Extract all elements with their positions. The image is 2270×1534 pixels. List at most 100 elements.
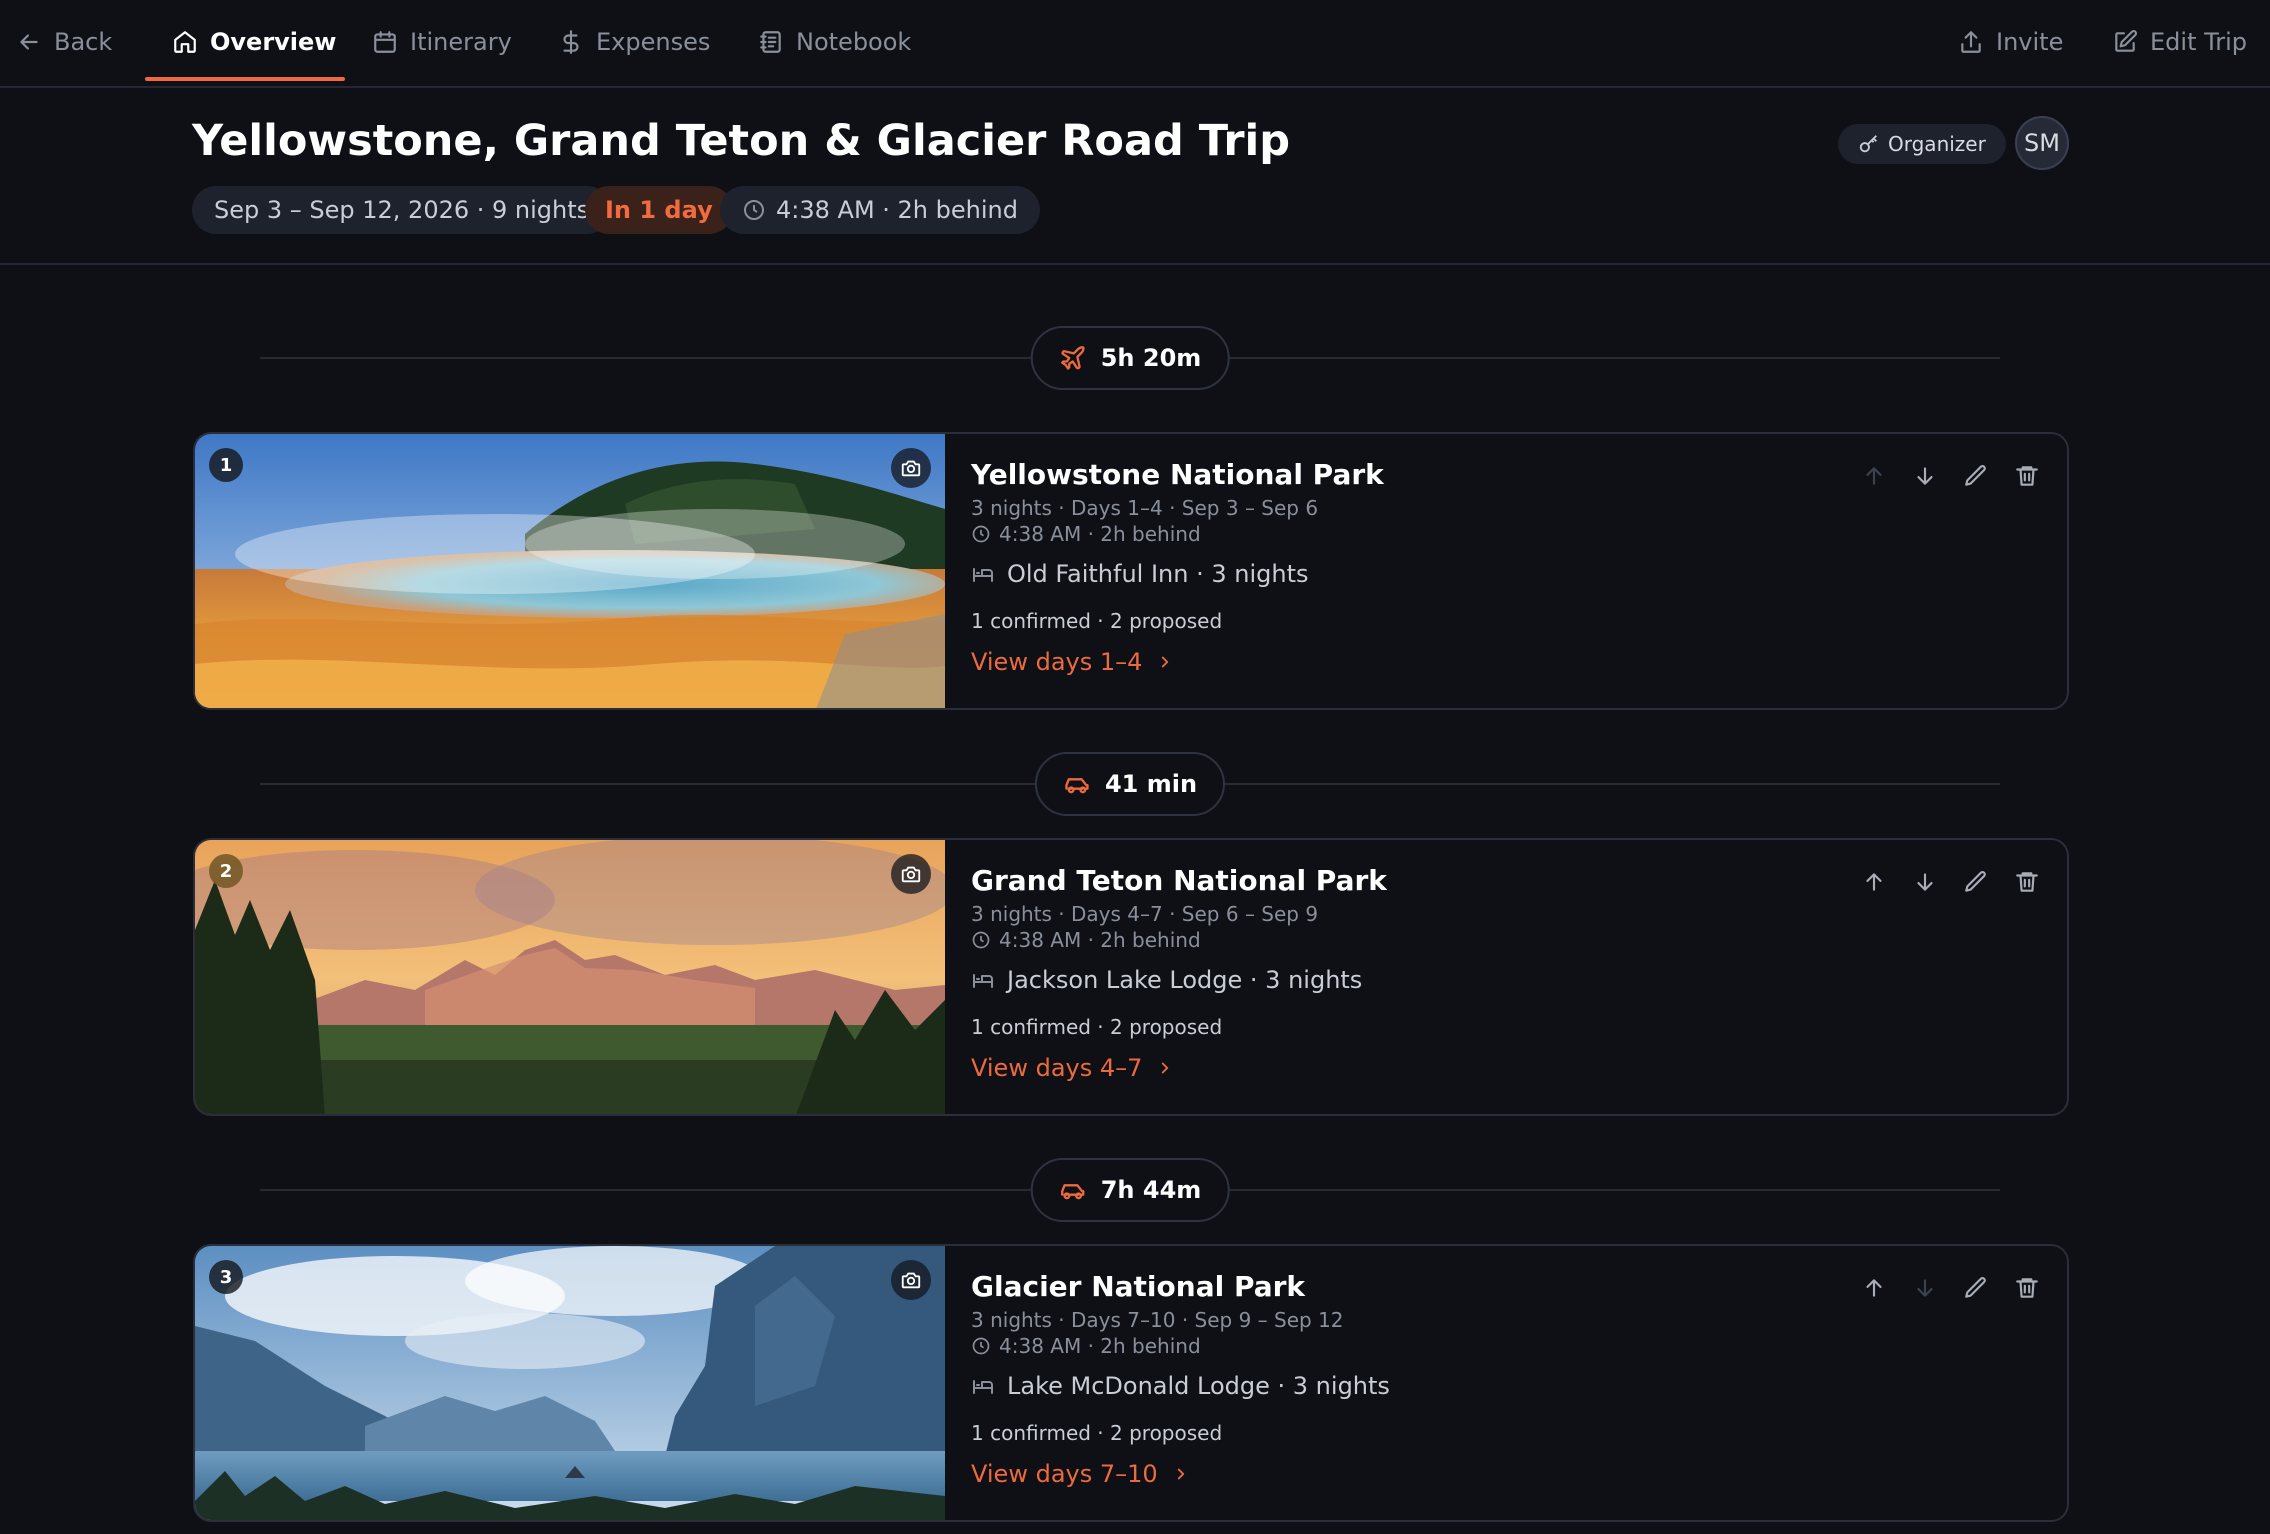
back-label: Back bbox=[54, 28, 113, 56]
avatar[interactable]: SM bbox=[2015, 116, 2069, 170]
tab-notebook[interactable]: Notebook bbox=[758, 0, 911, 84]
view-days-link[interactable]: View days 7–10 bbox=[971, 1460, 1190, 1488]
clock-icon bbox=[972, 1337, 990, 1355]
stop-card: 3 Glacier National Park 3 nights · Days … bbox=[193, 1244, 2069, 1522]
booking-status: 1 confirmed · 2 proposed bbox=[971, 1015, 1223, 1039]
move-up-button[interactable] bbox=[1860, 462, 1888, 490]
view-days-link[interactable]: View days 1–4 bbox=[971, 648, 1174, 676]
edit-stop-button[interactable] bbox=[1962, 1274, 1990, 1302]
tab-label: Itinerary bbox=[410, 28, 512, 56]
trash-icon bbox=[2016, 1278, 2038, 1298]
share-icon bbox=[1961, 31, 1981, 53]
bed-icon bbox=[973, 1380, 993, 1394]
move-up-button[interactable] bbox=[1860, 1274, 1888, 1302]
view-days-label: View days 4–7 bbox=[971, 1054, 1143, 1082]
mountain-sunset-photo bbox=[195, 840, 945, 1114]
stop-name: Grand Teton National Park bbox=[971, 864, 1387, 897]
view-days-label: View days 1–4 bbox=[971, 648, 1143, 676]
delete-stop-button[interactable] bbox=[2013, 1274, 2041, 1302]
view-days-link[interactable]: View days 4–7 bbox=[971, 1054, 1174, 1082]
lodging-text: Lake McDonald Lodge · 3 nights bbox=[1007, 1372, 1390, 1400]
tab-overview[interactable]: Overview bbox=[172, 0, 336, 84]
edit-trip-button[interactable]: Edit Trip bbox=[2112, 0, 2247, 84]
clock-icon bbox=[972, 931, 990, 949]
travel-duration: 5h 20m bbox=[1100, 344, 1202, 372]
stop-info: Glacier National Park 3 nights · Days 7–… bbox=[971, 1246, 2067, 1520]
change-photo-button[interactable] bbox=[891, 1260, 931, 1300]
booking-status: 1 confirmed · 2 proposed bbox=[971, 609, 1223, 633]
trip-header: Yellowstone, Grand Teton & Glacier Road … bbox=[0, 88, 2270, 265]
pencil-icon bbox=[1965, 871, 1986, 892]
pencil-icon bbox=[1965, 1277, 1986, 1298]
local-time-pill: 4:38 AM · 2h behind bbox=[720, 186, 1040, 234]
stop-local-time-text: 4:38 AM · 2h behind bbox=[999, 928, 1201, 952]
travel-leg: 5h 20m bbox=[260, 326, 2000, 390]
arrow-down-icon bbox=[1917, 1279, 1933, 1297]
tab-expenses[interactable]: Expenses bbox=[558, 0, 710, 84]
travel-duration: 7h 44m bbox=[1100, 1176, 1202, 1204]
stop-photo: 3 bbox=[195, 1246, 945, 1520]
countdown-badge: In 1 day bbox=[585, 186, 733, 234]
stop-card: 1 Yellowstone National Park 3 nights · D… bbox=[193, 432, 2069, 710]
key-icon bbox=[1859, 135, 1877, 153]
delete-stop-button[interactable] bbox=[2013, 868, 2041, 896]
stop-info: Yellowstone National Park 3 nights · Day… bbox=[971, 434, 2067, 708]
move-up-button[interactable] bbox=[1860, 868, 1888, 896]
stop-local-time-text: 4:38 AM · 2h behind bbox=[999, 1334, 1201, 1358]
travel-time-chip: 41 min bbox=[1034, 752, 1226, 816]
back-button[interactable]: Back bbox=[16, 0, 112, 84]
calendar-icon bbox=[374, 31, 396, 53]
move-down-button[interactable] bbox=[1911, 1274, 1939, 1302]
tab-itinerary[interactable]: Itinerary bbox=[372, 0, 512, 84]
travel-duration: 41 min bbox=[1104, 770, 1198, 798]
lodging-text: Jackson Lake Lodge · 3 nights bbox=[1007, 966, 1363, 994]
arrow-down-icon bbox=[1917, 873, 1933, 891]
trash-icon bbox=[2016, 466, 2038, 486]
top-nav: Back Overview Itinerary Expenses Noteboo… bbox=[0, 0, 2270, 88]
stop-actions bbox=[1860, 1274, 2041, 1302]
invite-button[interactable]: Invite bbox=[1958, 0, 2063, 84]
camera-icon bbox=[901, 460, 921, 477]
change-photo-button[interactable] bbox=[891, 448, 931, 488]
stop-name: Glacier National Park bbox=[971, 1270, 1306, 1303]
arrow-up-icon bbox=[1866, 1279, 1882, 1297]
view-days-label: View days 7–10 bbox=[971, 1460, 1158, 1488]
countdown-text: In 1 day bbox=[605, 196, 713, 224]
camera-icon bbox=[901, 866, 921, 883]
stop-number: 1 bbox=[209, 448, 243, 482]
camera-icon bbox=[901, 1272, 921, 1289]
arrow-up-icon bbox=[1866, 873, 1882, 891]
stop-local-time: 4:38 AM · 2h behind bbox=[971, 928, 1201, 952]
stop-meta: 3 nights · Days 1–4 · Sep 3 – Sep 6 bbox=[971, 496, 1319, 520]
lodging-text: Old Faithful Inn · 3 nights bbox=[1007, 560, 1309, 588]
change-photo-button[interactable] bbox=[891, 854, 931, 894]
stop-meta: 3 nights · Days 7–10 · Sep 9 – Sep 12 bbox=[971, 1308, 1344, 1332]
move-down-button[interactable] bbox=[1911, 462, 1939, 490]
arrow-down-icon bbox=[1917, 467, 1933, 485]
local-time: 4:38 AM · 2h behind bbox=[776, 196, 1018, 224]
stop-photo: 1 bbox=[195, 434, 945, 708]
stop-number: 2 bbox=[209, 854, 243, 888]
stop-name: Yellowstone National Park bbox=[971, 458, 1384, 491]
home-icon bbox=[174, 31, 196, 53]
trip-title: Yellowstone, Grand Teton & Glacier Road … bbox=[192, 116, 1291, 166]
invite-label: Invite bbox=[1996, 28, 2064, 56]
stop-local-time: 4:38 AM · 2h behind bbox=[971, 522, 1201, 546]
delete-stop-button[interactable] bbox=[2013, 462, 2041, 490]
chevron-right-icon bbox=[1162, 656, 1169, 668]
arrow-up-icon bbox=[1866, 467, 1882, 485]
travel-leg: 7h 44m bbox=[260, 1158, 2000, 1222]
stop-local-time: 4:38 AM · 2h behind bbox=[971, 1334, 1201, 1358]
notebook-icon bbox=[760, 31, 781, 53]
move-down-button[interactable] bbox=[1911, 868, 1939, 896]
chevron-right-icon bbox=[1177, 1468, 1184, 1480]
car-icon bbox=[1061, 1184, 1085, 1200]
edit-stop-button[interactable] bbox=[1962, 462, 1990, 490]
clock-icon bbox=[744, 200, 764, 220]
edit-stop-button[interactable] bbox=[1962, 868, 1990, 896]
pencil-icon bbox=[1965, 465, 1986, 486]
stop-lodging: Lake McDonald Lodge · 3 nights bbox=[971, 1372, 1390, 1400]
car-icon bbox=[1065, 778, 1089, 794]
stop-card: 2 Grand Teton National Park 3 nights · D… bbox=[193, 838, 2069, 1116]
travel-time-chip: 5h 20m bbox=[1030, 326, 1230, 390]
